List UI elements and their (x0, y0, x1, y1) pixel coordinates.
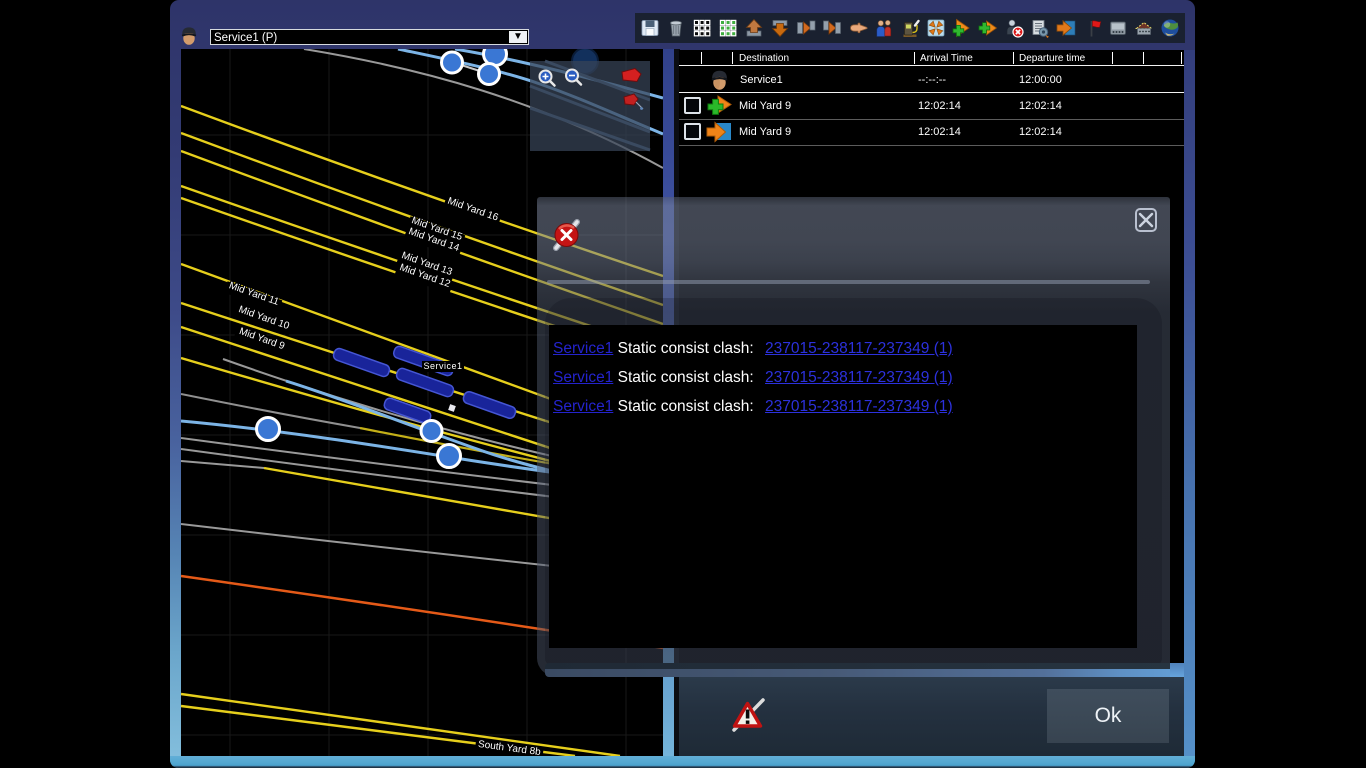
svg-text:Service1: Service1 (423, 361, 462, 371)
